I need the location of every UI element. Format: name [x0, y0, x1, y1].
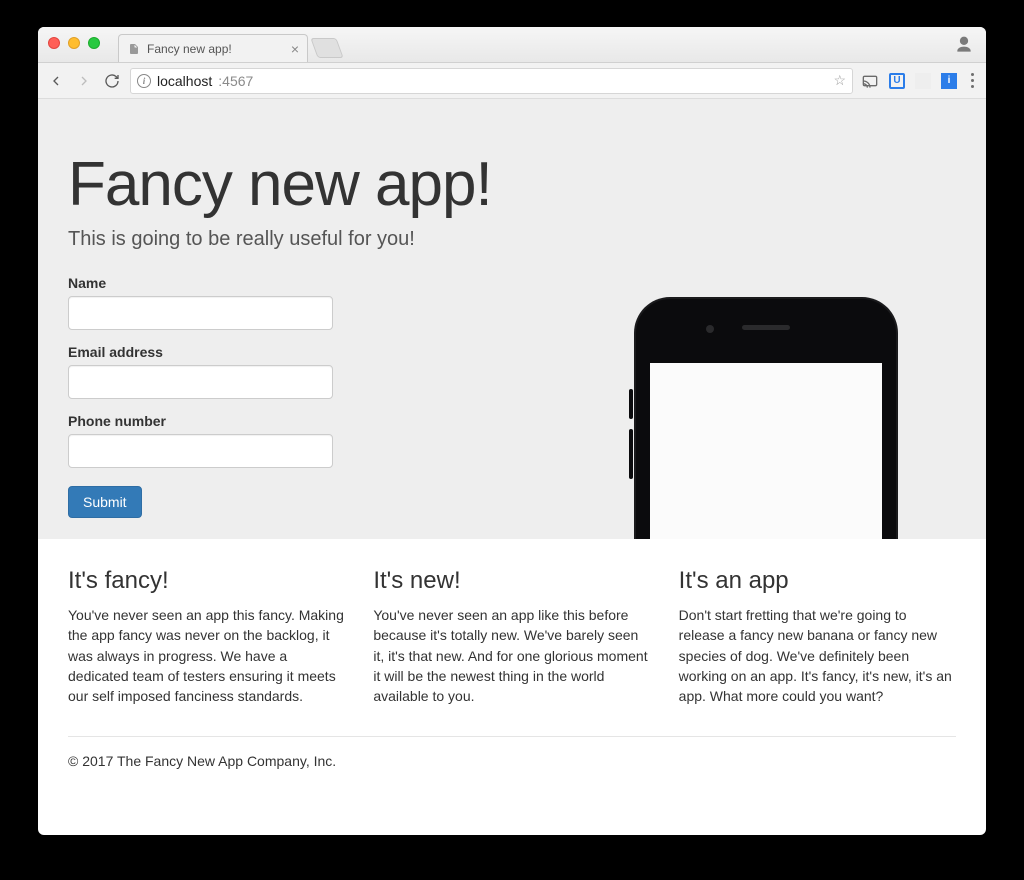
browser-toolbar: i localhost :4567 ☆ U i: [38, 63, 986, 99]
feature-body: Don't start fretting that we're going to…: [679, 605, 956, 706]
cast-icon[interactable]: [861, 72, 879, 90]
address-bar[interactable]: i localhost :4567 ☆: [130, 68, 853, 94]
browser-window: Fancy new app! × i localhost :4567 ☆: [38, 27, 986, 835]
file-icon: [127, 42, 141, 56]
feature-col: It's fancy! You've never seen an app thi…: [68, 567, 345, 706]
page-title: Fancy new app!: [68, 149, 956, 220]
feature-col: It's new! You've never seen an app like …: [373, 567, 650, 706]
name-input[interactable]: [68, 296, 333, 330]
phone-mockup: [636, 299, 896, 539]
title-bar: Fancy new app! ×: [38, 27, 986, 63]
url-port: :4567: [218, 73, 253, 89]
back-button[interactable]: [46, 71, 66, 91]
site-info-icon[interactable]: i: [137, 74, 151, 88]
profile-icon[interactable]: [954, 35, 974, 55]
bookmark-star-icon[interactable]: ☆: [833, 72, 846, 89]
window-close-button[interactable]: [48, 37, 60, 49]
hero-section: Fancy new app! This is going to be reall…: [38, 99, 986, 539]
forward-button[interactable]: [74, 71, 94, 91]
page-content: Fancy new app! This is going to be reall…: [38, 99, 986, 835]
feature-col: It's an app Don't start fretting that we…: [679, 567, 956, 706]
features-row: It's fancy! You've never seen an app thi…: [38, 539, 986, 726]
feature-body: You've never seen an app this fancy. Mak…: [68, 605, 345, 706]
phone-screen: [650, 363, 882, 539]
window-controls: [48, 37, 100, 49]
extension-icon[interactable]: i: [941, 73, 957, 89]
new-tab-button[interactable]: [310, 38, 343, 58]
extensions: U i: [861, 72, 978, 90]
close-tab-icon[interactable]: ×: [291, 41, 299, 57]
url-host: localhost: [157, 73, 212, 89]
phone-input[interactable]: [68, 434, 333, 468]
email-input[interactable]: [68, 365, 333, 399]
tab-strip: Fancy new app! ×: [118, 27, 340, 62]
phone-speaker: [742, 325, 790, 330]
browser-tab[interactable]: Fancy new app! ×: [118, 34, 308, 62]
feature-title: It's an app: [679, 567, 956, 595]
browser-menu-icon[interactable]: [967, 73, 978, 88]
feature-title: It's new!: [373, 567, 650, 595]
reload-button[interactable]: [102, 71, 122, 91]
submit-button[interactable]: Submit: [68, 486, 142, 518]
tab-title: Fancy new app!: [147, 42, 232, 56]
footer-text: © 2017 The Fancy New App Company, Inc.: [68, 753, 336, 769]
page-lead: This is going to be really useful for yo…: [68, 228, 956, 251]
feature-body: You've never seen an app like this befor…: [373, 605, 650, 706]
extension-icon[interactable]: U: [889, 73, 905, 89]
feature-title: It's fancy!: [68, 567, 345, 595]
extension-icon[interactable]: [915, 73, 931, 89]
name-label: Name: [68, 275, 956, 291]
window-zoom-button[interactable]: [88, 37, 100, 49]
window-minimize-button[interactable]: [68, 37, 80, 49]
phone-camera: [706, 325, 714, 333]
footer: © 2017 The Fancy New App Company, Inc.: [68, 736, 956, 787]
